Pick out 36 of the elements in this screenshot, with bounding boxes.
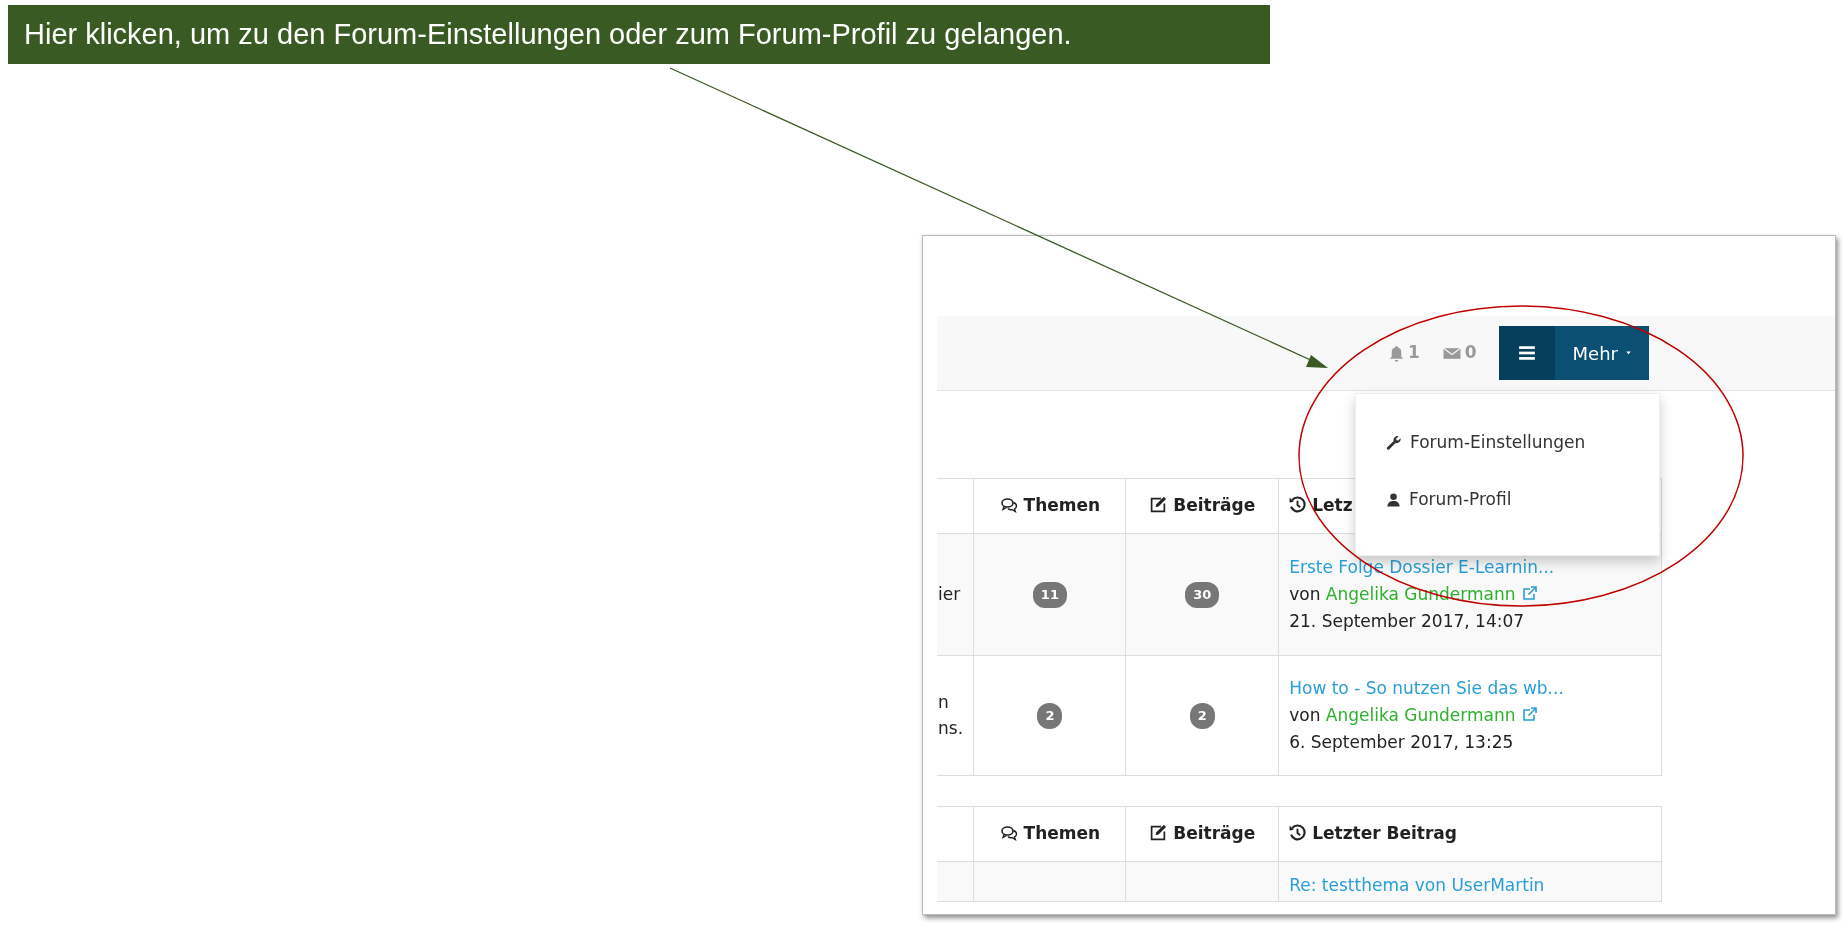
callout-banner: Hier klicken, um zu den Forum-Einstellungen oder zum Forum-Profil zu gelangen. — [8, 5, 1270, 64]
message-count: 0 — [1464, 341, 1477, 365]
post-link[interactable]: How to - So nutzen Sie das wb... — [1289, 678, 1564, 698]
by-label: von — [1289, 584, 1322, 604]
by-label: von — [1289, 705, 1322, 725]
notification-count: 1 — [1407, 341, 1420, 365]
forum-description: ier — [938, 583, 961, 604]
history-icon — [1289, 496, 1307, 514]
post-count: 2 — [1189, 703, 1215, 729]
user-icon — [1386, 491, 1401, 508]
menu-icon — [1516, 344, 1537, 362]
post-count: 30 — [1185, 582, 1220, 608]
column-header: Themen — [973, 478, 1126, 534]
external-link-icon — [1520, 707, 1537, 723]
menu-button[interactable] — [1498, 326, 1555, 380]
edit-icon — [1149, 496, 1168, 514]
caret-icon — [1624, 350, 1633, 356]
edit-icon — [1149, 824, 1168, 842]
column-header: Beiträge — [1125, 806, 1279, 862]
history-icon — [1289, 824, 1307, 842]
bell-icon — [1387, 343, 1405, 363]
post-date: 21. September 2017, 14:07 — [1289, 610, 1526, 633]
menu-item[interactable]: Forum-Einstellungen — [1356, 414, 1659, 471]
author-link[interactable]: Angelika Gundermann — [1325, 705, 1516, 725]
column-header: Beiträge — [1125, 478, 1279, 534]
column-header: Themen — [973, 806, 1126, 862]
more-button[interactable]: Mehr — [1554, 326, 1649, 380]
column-header: Letzter Beitrag — [1278, 806, 1662, 862]
post-date: 6. September 2017, 13:25 — [1289, 731, 1515, 754]
external-link-icon — [1520, 586, 1537, 602]
speech-bubbles-icon — [999, 497, 1018, 514]
topic-count: 2 — [1037, 703, 1063, 729]
topic-count: 11 — [1032, 582, 1067, 608]
speech-bubbles-icon — [999, 825, 1018, 842]
wrench-icon — [1386, 434, 1402, 451]
forum-description: n ns. — [938, 692, 964, 738]
